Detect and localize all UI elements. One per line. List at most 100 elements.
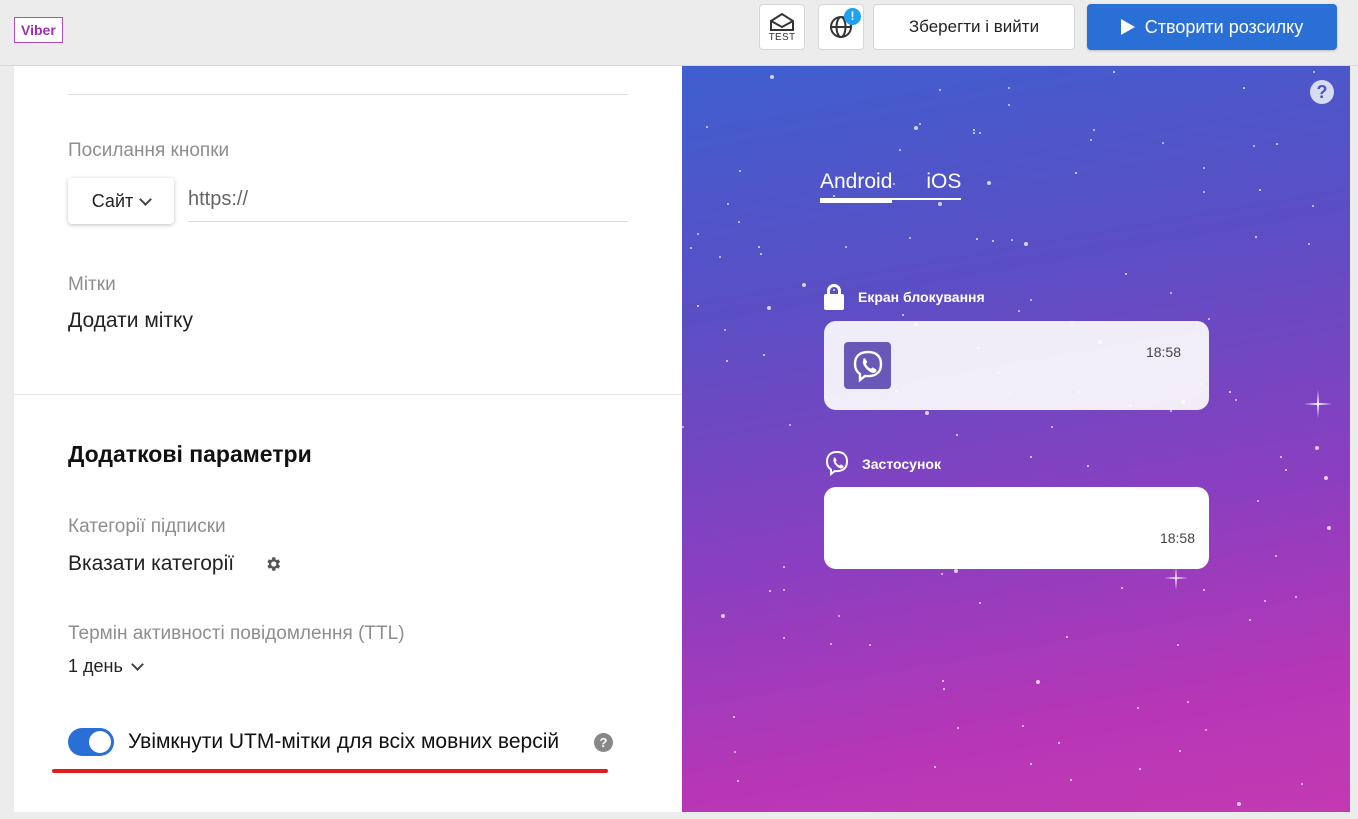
star-dot (1030, 763, 1032, 765)
star-dot (1087, 465, 1089, 467)
lock-notification-time: 18:58 (1145, 344, 1181, 360)
star-dot (1066, 636, 1068, 638)
app-notification-time: 18:58 (1159, 530, 1195, 546)
star-dot (956, 434, 958, 436)
star-dot (1203, 191, 1205, 193)
star-dot (1030, 299, 1032, 301)
star-dot (1170, 410, 1172, 412)
lock-screen-label: Екран блокування (858, 289, 985, 305)
create-campaign-button[interactable]: Створити розсилку (1087, 4, 1337, 50)
channel-badge: Viber (14, 17, 63, 43)
star-dot (1235, 399, 1237, 401)
ttl-select[interactable]: 1 день (68, 656, 144, 677)
create-campaign-label: Створити розсилку (1144, 16, 1304, 37)
star-dot (909, 237, 911, 239)
star-dot (1205, 729, 1207, 731)
star-dot (934, 766, 936, 768)
star-dot (783, 589, 785, 591)
star-dot (1113, 71, 1115, 73)
star-dot (1312, 205, 1314, 207)
star-dot (1253, 145, 1255, 147)
star-dot (738, 221, 740, 223)
star-dot (783, 566, 785, 568)
button-link-label: Посилання кнопки (68, 140, 230, 161)
star-dot (1237, 802, 1241, 806)
play-icon (1120, 19, 1135, 35)
tab-ios[interactable]: iOS (926, 170, 961, 194)
star-dot (770, 75, 774, 79)
star-dot (769, 590, 771, 592)
set-categories-link[interactable]: Вказати категорії (68, 552, 234, 576)
star-dot (733, 716, 735, 718)
settings-panel: Посилання кнопки Сайт Мітки Додати мітку… (14, 66, 682, 812)
star-dot (1125, 273, 1127, 275)
star-dot (845, 246, 847, 248)
chevron-down-icon (139, 192, 153, 206)
star-dot (1011, 239, 1013, 241)
lock-screen-notification: 18:58 (824, 321, 1209, 410)
star-dot (789, 424, 791, 426)
star-dot (1051, 426, 1053, 428)
utm-toggle[interactable] (68, 728, 114, 756)
star-dot (726, 360, 728, 362)
star-dot (992, 240, 994, 242)
star-dot (1070, 779, 1072, 781)
star-dot (939, 89, 941, 91)
star-dot (1024, 242, 1028, 246)
lock-icon (824, 284, 844, 310)
star-dot (706, 126, 708, 128)
star-dot (1301, 783, 1303, 785)
add-tag-link[interactable]: Додати мітку (68, 309, 193, 333)
ttl-value: 1 день (68, 656, 123, 676)
platform-tabs: Android iOS (820, 170, 962, 203)
star-dot (719, 256, 721, 258)
star-dot (697, 233, 699, 235)
star-dot (1285, 469, 1287, 471)
star-dot (919, 123, 921, 125)
divider (68, 94, 628, 95)
star-dot (1187, 701, 1189, 703)
star-dot (760, 253, 762, 255)
star-dot (979, 132, 981, 134)
tags-label: Мітки (68, 274, 116, 295)
star-dot (1137, 707, 1139, 709)
star-dot (1295, 596, 1297, 598)
star-dot (1008, 104, 1010, 106)
star-dot (869, 644, 871, 646)
star-dot (1179, 750, 1181, 752)
star-dot (1022, 725, 1024, 727)
star-dot (1121, 587, 1123, 589)
star-dot (690, 247, 692, 249)
star-dot (1058, 742, 1060, 744)
star-dot (925, 411, 929, 415)
star-dot (682, 426, 684, 428)
star-dot (1177, 644, 1179, 646)
section-divider (14, 394, 682, 395)
help-icon[interactable]: ? (594, 733, 613, 752)
utm-toggle-label: Увімкнути UTM-мітки для всіх мовних верс… (128, 730, 560, 753)
star-dot (1139, 768, 1141, 770)
alert-badge: ! (844, 8, 861, 25)
star-dot (758, 246, 760, 248)
star-dot (802, 283, 806, 287)
test-send-button[interactable]: TEST (759, 4, 805, 50)
star-dot (1203, 589, 1205, 591)
ttl-label: Термін активності повідомлення (TTL) (68, 623, 405, 644)
help-icon[interactable]: ? (1310, 80, 1334, 104)
star-dot (1093, 129, 1095, 131)
star-dot (830, 643, 832, 645)
gear-icon[interactable] (264, 555, 282, 573)
language-button[interactable]: ! (818, 4, 864, 50)
url-input[interactable] (188, 178, 628, 222)
star-dot (783, 637, 785, 639)
star-dot (739, 170, 741, 172)
viber-icon (844, 342, 891, 389)
sparkle-icon (1304, 390, 1332, 418)
link-type-select[interactable]: Сайт (68, 178, 174, 224)
star-dot (1090, 139, 1092, 141)
save-and-exit-button[interactable]: Зберегти і вийти (873, 4, 1075, 50)
star-dot (1257, 500, 1259, 502)
star-dot (721, 614, 725, 618)
star-dot (1255, 236, 1257, 238)
tab-android[interactable]: Android (820, 170, 893, 203)
